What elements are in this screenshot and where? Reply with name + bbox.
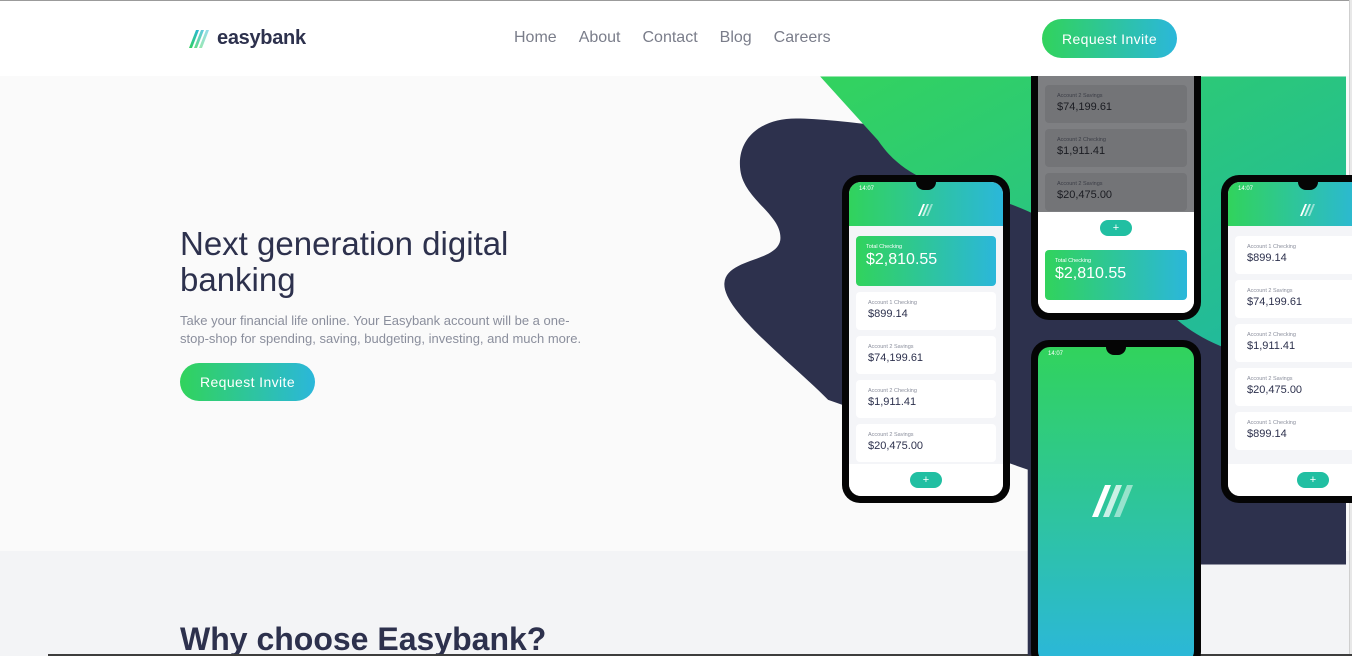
hero-request-invite-button[interactable]: Request Invite (180, 363, 315, 401)
account-card: Account 2 Savings $74,199.61 (1235, 280, 1352, 318)
total-value: $2,810.55 (866, 251, 938, 268)
account-card: Account 2 Savings $20,475.00 (856, 424, 996, 462)
nav-link-home[interactable]: Home (514, 29, 557, 47)
account-label: Account 2 Savings (1057, 93, 1103, 99)
account-value: $20,475.00 (868, 440, 924, 452)
phone-screen: 14:07 Account 1 Checking $899.14 Account… (1228, 182, 1352, 496)
account-card: Account 2 Checking $1,911.41 (856, 380, 996, 418)
account-label: Account 1 Checking (1247, 244, 1296, 250)
account-label: Account 2 Savings (1247, 288, 1293, 294)
account-label: Account 2 Savings (868, 432, 914, 438)
status-time: 14:07 (859, 186, 875, 192)
hero-description: Take your financial life online. Your Ea… (180, 313, 582, 346)
total-checking-card: Total Checking $2,810.55 (856, 236, 996, 286)
app-logo-icon (918, 204, 933, 216)
account-label: Account 2 Savings (868, 344, 914, 350)
account-card: Account 2 Savings $20,475.00 (1235, 368, 1352, 406)
splash-screen: 14:07 (1038, 347, 1194, 656)
app-footer: + (849, 464, 1003, 496)
bottom-sheet: + Total Checking $2,810.55 (1038, 212, 1194, 313)
account-label: Account 2 Savings (1247, 376, 1293, 382)
transfer-fab-icon: + (1100, 220, 1132, 236)
main-nav: Home About Contact Blog Careers (514, 29, 831, 47)
logo[interactable]: easybank (189, 27, 306, 50)
account-card: Account 1 Checking $899.14 (856, 292, 996, 330)
app-footer: + (1228, 464, 1352, 496)
account-value: $1,911.41 (868, 396, 917, 408)
transfer-fab-icon: + (1297, 472, 1329, 488)
account-card: Account 2 Savings $74,199.61 (1045, 85, 1187, 123)
site-header: easybank Home About Contact Blog Careers… (0, 1, 1349, 76)
phone-mockup-splash: 14:07 (1031, 340, 1201, 656)
logo-text: easybank (217, 27, 306, 49)
account-value: $899.14 (1247, 252, 1287, 264)
nav-link-about[interactable]: About (579, 29, 621, 47)
account-value: $20,475.00 (1057, 189, 1113, 201)
account-card: Account 2 Checking $1,911.41 (1235, 324, 1352, 362)
account-card: Account 1 Checking $899.14 (1235, 236, 1352, 274)
account-label: Account 2 Checking (1057, 137, 1106, 143)
header-request-invite-button[interactable]: Request Invite (1042, 19, 1177, 58)
account-label: Account 2 Checking (868, 388, 917, 394)
account-value: $74,199.61 (1247, 296, 1303, 308)
section-title: Why choose Easybank? (180, 621, 547, 656)
account-value: $74,199.61 (1057, 101, 1113, 113)
transfer-fab-icon: + (910, 472, 942, 488)
account-label: Account 1 Checking (1247, 420, 1296, 426)
account-card: Account 2 Savings $74,199.61 (856, 336, 996, 374)
account-value: $1,911.41 (1057, 145, 1106, 157)
status-time: 14:07 (1048, 351, 1064, 357)
phone-mockup-right: 14:07 Account 1 Checking $899.14 Account… (1221, 175, 1352, 503)
account-label: Account 1 Checking (868, 300, 917, 306)
phone-mockup-left: 14:07 Total Checking $2,810.55 Account 1… (842, 175, 1010, 503)
status-time: 14:07 (1238, 186, 1254, 192)
app-logo-icon (1300, 204, 1315, 216)
logo-mark-icon (189, 29, 209, 48)
account-card: Account 2 Checking $1,911.41 (1045, 129, 1187, 167)
account-value: $74,199.61 (868, 352, 924, 364)
nav-link-blog[interactable]: Blog (720, 29, 752, 47)
total-checking-card: Total Checking $2,810.55 (1045, 250, 1187, 300)
nav-link-careers[interactable]: Careers (774, 29, 831, 47)
phone-screen: 14:07 Total Checking $2,810.55 Account 1… (849, 182, 1003, 496)
account-value: $899.14 (868, 308, 908, 320)
app-header: 14:07 (1228, 182, 1352, 226)
phone-mockup-top: Account 2 Savings $74,199.61 Account 2 C… (1031, 40, 1201, 320)
account-value: $899.14 (1247, 428, 1287, 440)
account-value: $1,911.41 (1247, 340, 1296, 352)
total-value: $2,810.55 (1055, 265, 1127, 282)
phone-screen: Account 2 Savings $74,199.61 Account 2 C… (1038, 47, 1194, 313)
account-card: Account 2 Savings $20,475.00 (1045, 173, 1187, 211)
camera-notch (1298, 182, 1318, 190)
account-label: Account 2 Checking (1247, 332, 1296, 338)
account-card: Account 1 Checking $899.14 (1235, 412, 1352, 450)
hero-title: Next generation digital banking (180, 225, 509, 298)
total-label: Total Checking (1055, 258, 1092, 264)
account-label: Account 2 Savings (1057, 181, 1103, 187)
account-value: $20,475.00 (1247, 384, 1303, 396)
total-label: Total Checking (866, 244, 903, 250)
camera-notch (1106, 347, 1126, 355)
nav-link-contact[interactable]: Contact (643, 29, 698, 47)
camera-notch (916, 182, 936, 190)
splash-logo-icon (1092, 485, 1133, 517)
app-header: 14:07 (849, 182, 1003, 226)
